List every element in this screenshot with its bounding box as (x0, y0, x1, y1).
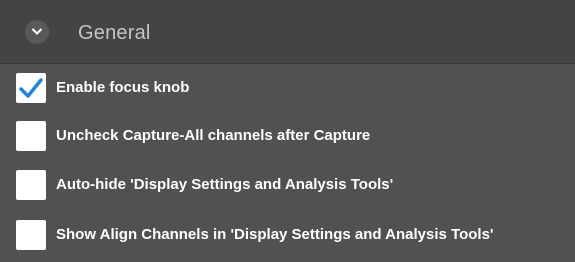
option-label: Show Align Channels in 'Display Settings… (56, 226, 494, 243)
section-title: General (78, 22, 151, 44)
checkbox-auto-hide-display-settings[interactable] (16, 170, 46, 200)
option-label: Uncheck Capture-All channels after Captu… (56, 127, 371, 144)
option-label: Enable focus knob (56, 79, 190, 96)
option-show-align-channels[interactable]: Show Align Channels in 'Display Settings… (0, 213, 575, 259)
option-label: Auto-hide 'Display Settings and Analysis… (56, 176, 394, 193)
settings-panel: General Enable focus knob Uncheck Captur… (0, 0, 575, 262)
option-uncheck-capture-all[interactable]: Uncheck Capture-All channels after Captu… (0, 114, 575, 160)
checkbox-enable-focus-knob[interactable] (16, 73, 46, 103)
option-enable-focus-knob[interactable]: Enable focus knob (0, 66, 575, 112)
section-header-general[interactable]: General (0, 0, 575, 64)
checkbox-uncheck-capture-all[interactable] (16, 121, 46, 151)
checkbox-show-align-channels[interactable] (16, 220, 46, 250)
checkmark-icon (19, 78, 43, 98)
option-auto-hide-display-settings[interactable]: Auto-hide 'Display Settings and Analysis… (0, 163, 575, 209)
chevron-down-icon (32, 28, 42, 35)
collapse-toggle-button[interactable] (25, 20, 49, 44)
